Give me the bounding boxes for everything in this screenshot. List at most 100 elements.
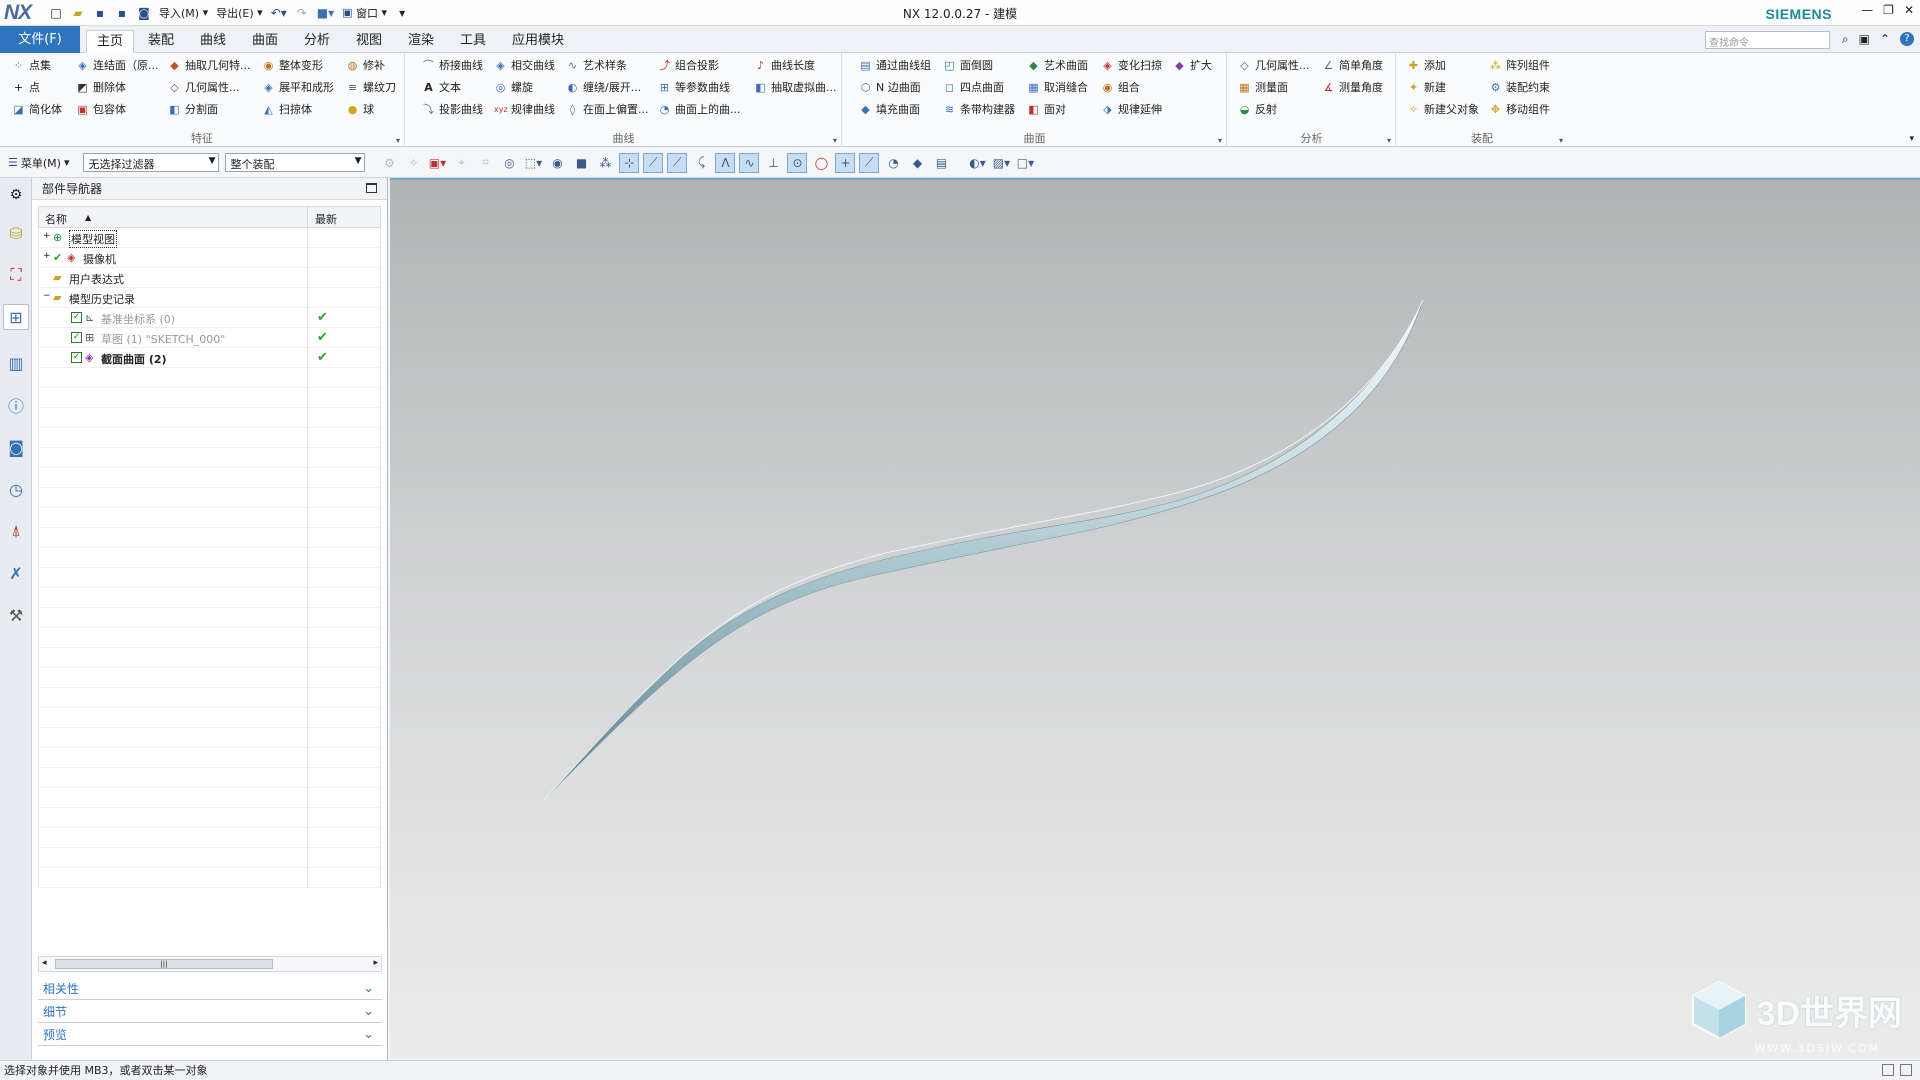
ribbon-point[interactable]: + 点 (12, 78, 40, 96)
history-palette-icon[interactable]: ◙ (3, 434, 29, 460)
ribbon-curve-on-surface[interactable]: ◔ 曲面上的曲... (658, 100, 741, 118)
ribbon-project-curve[interactable]: ⤵ 投影曲线 (422, 100, 483, 118)
sel-options-icon[interactable]: ✧ (403, 153, 423, 173)
web-browser-icon[interactable]: ⓘ (3, 392, 29, 418)
ribbon-studio-surface[interactable]: ◆ 艺术曲面 (1027, 56, 1088, 74)
snap-curve-icon[interactable]: ⤹ (691, 153, 711, 173)
ribbon-bridge-curve[interactable]: ⌒ 桥接曲线 (422, 56, 483, 74)
ribbon-simplify-body[interactable]: ◪ 简化体 (12, 100, 62, 118)
column-name[interactable]: 名称 (45, 211, 67, 227)
snap-line-icon[interactable]: ⟋ (643, 152, 664, 173)
checkbox-checked-icon[interactable]: ✓ (71, 352, 82, 363)
ribbon-add-component[interactable]: ✚ 添加 (1407, 56, 1446, 74)
reuse-library-icon[interactable]: ▥ (3, 350, 29, 376)
ribbon-reflection[interactable]: ◒ 反射 (1238, 100, 1277, 118)
snap-extra-icon[interactable]: ▤ (931, 153, 951, 173)
ribbon-patch[interactable]: ◍ 修补 (346, 56, 385, 74)
tab-analysis[interactable]: 分析 (294, 30, 340, 53)
tree-row-cameras[interactable]: + ✔ ◈ 摄像机 (39, 248, 380, 268)
solid-select-icon[interactable]: ■ (571, 153, 591, 173)
ribbon-midsurface[interactable]: ◧ 面对 (1027, 100, 1066, 118)
ribbon-options-icon[interactable]: ▾ (1909, 134, 1914, 144)
checkbox-checked-icon[interactable]: ✓ (71, 332, 82, 343)
snap-endpoint-icon[interactable]: ⊹ (619, 152, 640, 173)
command-search-input[interactable]: 查找命令 (1705, 31, 1830, 49)
minimize-icon[interactable]: — (1861, 3, 1873, 17)
ribbon-through-curves[interactable]: ▤ 通过曲线组 (859, 56, 931, 74)
tree-row-model-views[interactable]: + ⊕ 模型视图 (39, 228, 380, 248)
tree-row-sketch[interactable]: ✓ ⊞ 草图 (1) "SKETCH_000" ✔ (39, 328, 380, 348)
ribbon-combined-projection[interactable]: ⤴ 组合投影 (658, 56, 719, 74)
assembly-navigator-icon[interactable]: ⛁ (3, 220, 29, 246)
snap-face-icon[interactable]: ◔ (883, 153, 903, 173)
open-folder-icon[interactable]: ▰ (68, 3, 88, 23)
ribbon-law-extension[interactable]: ⬗ 规律延伸 (1101, 100, 1162, 118)
render-style-icon[interactable]: ◐▾ (967, 153, 987, 173)
tab-curve[interactable]: 曲线 (190, 30, 236, 53)
panel-dependencies[interactable]: 相关性 ⌄ (38, 978, 382, 1000)
tab-tools[interactable]: 工具 (450, 30, 496, 53)
snap-intersection-icon[interactable]: + (835, 152, 856, 173)
search-icon[interactable]: ⌕ (1842, 32, 1849, 47)
filter-settings-icon[interactable]: ⚙ (379, 153, 399, 173)
ribbon-geometry-properties[interactable]: ◇ 几何属性... (168, 78, 239, 96)
snap-tangent-icon[interactable]: ⟋ (859, 152, 880, 173)
new-file-icon[interactable]: □ (46, 3, 66, 23)
ribbon-sphere[interactable]: ● 球 (346, 100, 374, 118)
selection-filter-select[interactable]: 无选择过滤器 ▼ (83, 153, 220, 172)
quickpick-icon[interactable]: ⌗ (475, 153, 495, 173)
layout-icon[interactable]: ▣ (1859, 32, 1870, 47)
ribbon-new-component[interactable]: ✦ 新建 (1407, 78, 1446, 96)
tab-render[interactable]: 渲染 (398, 30, 444, 53)
view-layer-icon[interactable]: ▨▾ (991, 153, 1011, 173)
ribbon-helix[interactable]: ◎ 螺旋 (494, 78, 533, 96)
part-navigator-icon[interactable]: ⊞ (3, 304, 29, 330)
ribbon-enlarge[interactable]: ◆ 扩大 (1173, 56, 1212, 74)
tree-row-section-surface[interactable]: ✓ ◈ 截面曲面 (2) ✔ (39, 348, 380, 368)
tab-applications[interactable]: 应用模块 (502, 30, 574, 53)
status-window-icon[interactable] (1900, 1064, 1912, 1076)
group-expand-icon[interactable]: ▾ (833, 136, 837, 145)
ribbon-thread-cutter[interactable]: ≡ 螺纹刀 (346, 78, 396, 96)
import-menu[interactable]: 导入(M) ▾ (156, 3, 211, 23)
process-studio-icon[interactable]: ✗ (3, 560, 29, 586)
settings-icon[interactable]: ⚙ (3, 182, 29, 208)
ribbon-intersection-curve[interactable]: ◈ 相交曲线 (494, 56, 555, 74)
window-menu[interactable]: ▣ 窗口 ▾ (339, 3, 390, 23)
tab-assembly[interactable]: 装配 (138, 30, 184, 53)
snap-wave-icon[interactable]: ∿ (739, 152, 760, 173)
collapse-ribbon-icon[interactable]: ⌃ (1880, 32, 1890, 47)
status-grid-icon[interactable] (1882, 1064, 1894, 1076)
system-materials-icon[interactable]: ⍋ (3, 518, 29, 544)
history-clock-icon[interactable]: ◷ (3, 476, 29, 502)
tree-row-model-history[interactable]: − ▰ 模型历史记录 (39, 288, 380, 308)
snap-bounded-icon[interactable]: ◆ (907, 153, 927, 173)
panel-preview[interactable]: 预览 ⌄ (38, 1024, 382, 1046)
scroll-left-icon[interactable]: ◂ (42, 958, 47, 968)
ribbon-sweep-body[interactable]: ◭ 扫掠体 (262, 100, 312, 118)
close-icon[interactable]: ✕ (1904, 3, 1914, 17)
ribbon-simple-angle[interactable]: ∠ 简单角度 (1322, 56, 1383, 74)
tab-home[interactable]: 主页 (86, 30, 135, 53)
expand-icon[interactable]: + (43, 231, 51, 241)
ribbon-new-parent[interactable]: ✧ 新建父对象 (1407, 100, 1479, 118)
snap-center-icon[interactable]: ⊙ (787, 152, 808, 173)
undo-icon[interactable]: ↶▾ (268, 3, 290, 23)
ribbon-flatten-form[interactable]: ◈ 展平和成形 (262, 78, 334, 96)
tree-row-user-expressions[interactable]: ▰ 用户表达式 (39, 268, 380, 288)
snap-perp-icon[interactable]: ⊥ (763, 153, 783, 173)
roles-icon[interactable]: ⚒ (3, 602, 29, 628)
selection-scope-select[interactable]: 整个装配 ▼ (225, 153, 366, 172)
checkbox-checked-icon[interactable]: ✓ (71, 312, 82, 323)
ribbon-divide-face[interactable]: ◧ 分割面 (168, 100, 218, 118)
deselect-icon[interactable]: ⌖ (451, 153, 471, 173)
menu-button[interactable]: ☰ 菜单(M) ▾ (8, 155, 69, 171)
work-layer-icon[interactable]: □▾ (1015, 153, 1035, 173)
group-expand-icon[interactable]: ▾ (1387, 136, 1391, 145)
ribbon-wrap-unwrap[interactable]: ◐ 缠绕/展开... (566, 78, 642, 96)
tab-file[interactable]: 文件(F) (0, 26, 80, 53)
ribbon-n-sided-surface[interactable]: ⬡ N 边曲面 (859, 78, 921, 96)
constraint-navigator-icon[interactable]: ⛶ (3, 262, 29, 288)
ribbon-text[interactable]: A 文本 (422, 78, 461, 96)
rect-select-icon[interactable]: ⬚▾ (523, 153, 543, 173)
